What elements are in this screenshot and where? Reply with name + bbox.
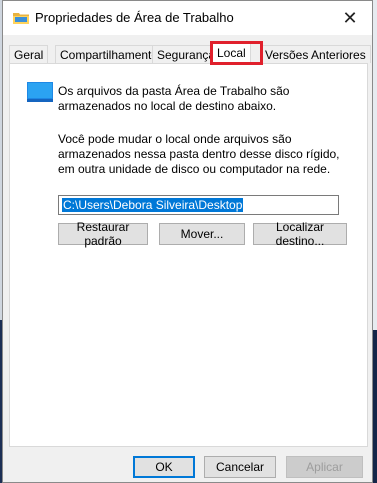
- path-value: C:\Users\Debora Silveira\Desktop: [62, 198, 244, 212]
- tab-compartilhamento[interactable]: Compartilhamento: [55, 45, 164, 63]
- find-target-button[interactable]: Localizar destino...: [253, 220, 347, 248]
- move-button[interactable]: Mover...: [159, 223, 245, 245]
- location-description-text: Você pode mudar o local onde arquivos sã…: [58, 132, 340, 176]
- close-icon: ✕: [342, 7, 358, 28]
- title-bar[interactable]: Propriedades de Área de Trabalho ✕: [3, 1, 372, 35]
- tab-versoes-anteriores[interactable]: Versões Anteriores: [260, 45, 371, 63]
- tab-geral[interactable]: Geral: [9, 45, 49, 63]
- restore-default-button[interactable]: Restaurar padrão: [58, 220, 148, 248]
- apply-button[interactable]: Aplicar: [286, 456, 363, 478]
- path-input[interactable]: C:\Users\Debora Silveira\Desktop: [58, 195, 339, 215]
- close-button[interactable]: ✕: [328, 1, 372, 35]
- location-info-text: Os arquivos da pasta Área de Trabalho sã…: [58, 84, 290, 113]
- tab-strip: Geral Compartilhamento Segurança Local V…: [9, 42, 371, 65]
- tab-seguranca[interactable]: Segurança: [152, 45, 221, 63]
- desktop-folder-icon: [27, 82, 53, 102]
- folder-icon: [13, 13, 29, 24]
- tab-local[interactable]: Local: [212, 42, 251, 65]
- properties-dialog: Propriedades de Área de Trabalho ✕ Geral…: [2, 0, 373, 483]
- ok-button[interactable]: OK: [133, 456, 195, 478]
- cancel-button[interactable]: Cancelar: [204, 456, 276, 478]
- window-title: Propriedades de Área de Trabalho: [35, 10, 234, 25]
- local-tab-panel: Os arquivos da pasta Área de Trabalho sã…: [9, 63, 368, 447]
